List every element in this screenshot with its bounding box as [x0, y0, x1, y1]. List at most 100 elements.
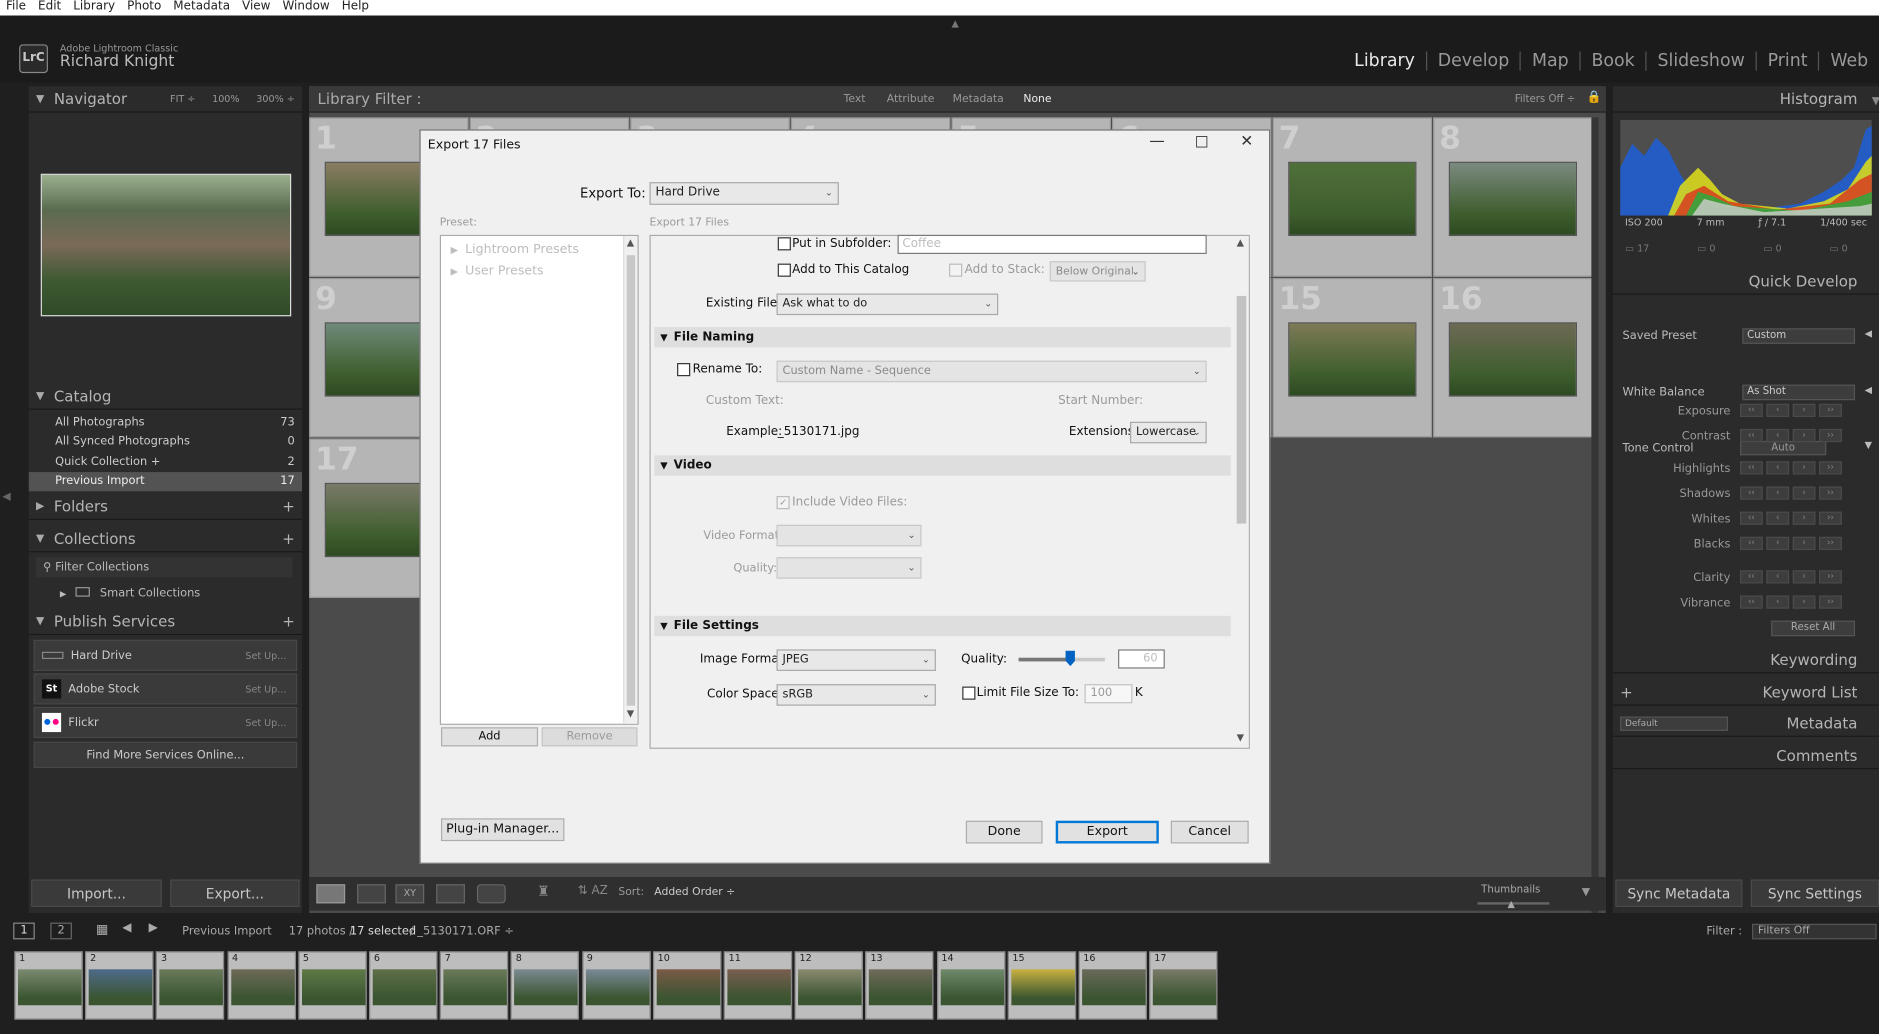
- video-format-select[interactable]: ⌄: [776, 524, 922, 547]
- grid-icon[interactable]: ▦: [96, 921, 108, 937]
- adjust-step-button[interactable]: ›: [1792, 595, 1816, 609]
- adjust-step-button[interactable]: ››: [1819, 486, 1842, 500]
- menu-help[interactable]: Help: [336, 0, 375, 16]
- catalog-item-selected[interactable]: Previous Import 17: [28, 471, 302, 492]
- adjust-step-button[interactable]: ‹: [1766, 511, 1790, 525]
- close-icon[interactable]: ✕: [1240, 133, 1253, 151]
- filmstrip-thumbnail[interactable]: 8: [510, 951, 580, 1020]
- metadata-preset-select[interactable]: Default: [1620, 716, 1729, 731]
- white-balance-select[interactable]: As Shot: [1742, 384, 1856, 401]
- plugin-manager-button[interactable]: Plug-in Manager...: [440, 818, 565, 842]
- module-map[interactable]: Map: [1520, 51, 1579, 71]
- back-arrow-icon[interactable]: ◀: [122, 921, 131, 934]
- saved-preset-select[interactable]: Custom: [1742, 328, 1856, 344]
- comments-header[interactable]: Comments: [1612, 743, 1879, 770]
- slider-handle[interactable]: ▲: [1508, 899, 1515, 910]
- module-print[interactable]: Print: [1755, 51, 1819, 71]
- folders-header[interactable]: ▶ Folders +: [28, 494, 302, 520]
- sync-metadata-button[interactable]: Sync Metadata: [1615, 879, 1743, 907]
- filmstrip-source[interactable]: Previous Import: [182, 925, 272, 938]
- maximize-icon[interactable]: ☐: [1195, 134, 1209, 152]
- zoom-fit[interactable]: FIT ÷: [170, 93, 195, 104]
- grid-thumbnail[interactable]: [1288, 322, 1417, 397]
- adjust-step-button[interactable]: ‹: [1766, 461, 1790, 475]
- service-setup[interactable]: Set Up...: [245, 684, 286, 695]
- filmstrip-filter-select[interactable]: Filters Off: [1751, 923, 1877, 940]
- limit-file-size-input[interactable]: 100: [1084, 684, 1133, 704]
- filmstrip-thumbnail[interactable]: 6: [369, 951, 438, 1020]
- adjust-step-button[interactable]: ‹‹: [1739, 486, 1763, 500]
- add-to-catalog-checkbox[interactable]: [777, 263, 791, 277]
- adjust-step-button[interactable]: ››: [1819, 570, 1842, 584]
- grid-cell[interactable]: 8: [1433, 117, 1593, 277]
- adjust-step-button[interactable]: ‹: [1766, 536, 1790, 550]
- adjust-step-button[interactable]: ‹: [1766, 486, 1790, 500]
- adjust-step-button[interactable]: ›: [1792, 536, 1816, 550]
- adjust-step-button[interactable]: ‹‹: [1739, 536, 1763, 550]
- collapse-icon[interactable]: ◀: [1865, 385, 1872, 396]
- remove-preset-button[interactable]: Remove: [541, 727, 638, 747]
- filter-collections[interactable]: ⚲ Filter Collections: [35, 557, 293, 578]
- filmstrip-thumbnail[interactable]: 10: [652, 951, 722, 1020]
- sort-direction-icon[interactable]: ⇅ AZ: [578, 884, 608, 897]
- grid-scrollbar[interactable]: [1591, 117, 1599, 913]
- done-button[interactable]: Done: [965, 820, 1043, 844]
- filmstrip-thumbnail[interactable]: 7: [440, 951, 509, 1020]
- subfolder-input[interactable]: Coffee: [897, 234, 1207, 255]
- adjust-step-button[interactable]: ‹: [1766, 595, 1790, 609]
- add-collection-icon[interactable]: +: [282, 530, 302, 548]
- adjust-step-button[interactable]: ››: [1819, 403, 1842, 417]
- publish-header[interactable]: ▼ Publish Services +: [28, 609, 302, 636]
- minimize-icon[interactable]: —: [1149, 133, 1165, 151]
- publish-flickr[interactable]: Flickr Set Up...: [33, 706, 298, 739]
- catalog-header[interactable]: ▼ Catalog: [28, 383, 302, 410]
- import-button[interactable]: Import...: [31, 879, 162, 907]
- adjust-step-button[interactable]: ‹: [1766, 403, 1790, 417]
- adjust-step-button[interactable]: ›: [1792, 428, 1816, 443]
- find-more-services-button[interactable]: Find More Services Online...: [33, 741, 298, 769]
- module-develop[interactable]: Develop: [1425, 51, 1520, 71]
- grid-view-icon[interactable]: [316, 884, 346, 904]
- adjust-step-button[interactable]: ››: [1819, 511, 1842, 525]
- menu-metadata[interactable]: Metadata: [167, 0, 236, 16]
- adjust-step-button[interactable]: ‹‹: [1739, 403, 1763, 417]
- scroll-thumb[interactable]: [1236, 295, 1247, 524]
- zoom-300[interactable]: 300% ÷: [256, 93, 294, 104]
- menu-library[interactable]: Library: [67, 0, 121, 16]
- forward-arrow-icon[interactable]: ▶: [149, 921, 158, 934]
- survey-view-icon[interactable]: [436, 884, 465, 904]
- publish-adobe-stock[interactable]: St Adobe Stock Set Up...: [33, 673, 298, 705]
- adjust-step-button[interactable]: ››: [1819, 461, 1842, 475]
- adjust-step-button[interactable]: ‹‹: [1739, 570, 1763, 584]
- export-button[interactable]: Export...: [170, 879, 300, 907]
- subfolder-checkbox[interactable]: [777, 237, 791, 251]
- scroll-down-icon[interactable]: ▼: [627, 708, 634, 719]
- navigator-header[interactable]: ▼ Navigator FIT ÷ 100% 300% ÷: [28, 86, 302, 113]
- sort-order-select[interactable]: Added Order ÷: [654, 887, 735, 899]
- grid-cell[interactable]: 15: [1272, 277, 1433, 438]
- filter-tab-text[interactable]: Text: [844, 93, 866, 105]
- rename-template-select[interactable]: Custom Name - Sequence ⌄: [776, 360, 1207, 383]
- quality-input[interactable]: 60: [1118, 649, 1165, 669]
- export-to-select[interactable]: Hard Drive ⌄: [649, 182, 839, 205]
- keywording-header[interactable]: Keywording: [1612, 647, 1879, 674]
- add-to-stack-checkbox[interactable]: [949, 263, 963, 277]
- preset-folder-user[interactable]: ▶ User Presets: [451, 264, 544, 278]
- filmstrip-thumbnail[interactable]: 3: [156, 951, 225, 1020]
- module-web[interactable]: Web: [1818, 51, 1879, 71]
- catalog-item[interactable]: All Photographs 73: [29, 412, 302, 432]
- rename-checkbox[interactable]: [677, 363, 691, 377]
- preset-folder-lightroom[interactable]: ▶ Lightroom Presets: [451, 242, 579, 256]
- grid-thumbnail[interactable]: [1288, 161, 1417, 237]
- scroll-up-icon[interactable]: ▲: [1237, 237, 1244, 248]
- filmstrip-thumbnail[interactable]: 16: [1078, 951, 1147, 1020]
- filmstrip-thumbnail[interactable]: 12: [794, 951, 864, 1020]
- filmstrip-thumbnail[interactable]: 13: [865, 951, 934, 1020]
- service-setup[interactable]: Set Up...: [245, 717, 286, 728]
- filmstrip-thumbnail[interactable]: 9: [581, 951, 651, 1020]
- add-preset-button[interactable]: Add: [440, 727, 539, 747]
- scroll-thumb[interactable]: [626, 255, 636, 706]
- menu-window[interactable]: Window: [276, 0, 335, 16]
- cancel-button[interactable]: Cancel: [1170, 820, 1249, 844]
- filmstrip-thumbnail[interactable]: 14: [936, 951, 1005, 1020]
